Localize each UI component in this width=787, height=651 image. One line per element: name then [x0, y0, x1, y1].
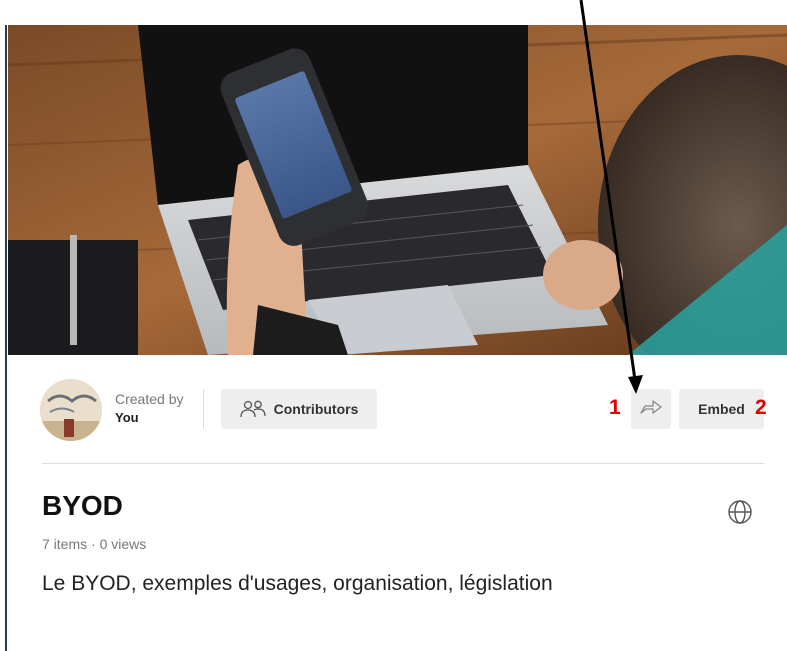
- created-by-label: Created by: [115, 391, 184, 407]
- creator-name[interactable]: You: [115, 410, 139, 425]
- left-edge: [0, 0, 8, 651]
- globe-icon[interactable]: [727, 499, 753, 525]
- people-icon: [239, 400, 266, 418]
- cover-image: [8, 25, 787, 355]
- contributors-button[interactable]: Contributors: [221, 389, 377, 429]
- contributors-label: Contributors: [273, 401, 359, 417]
- share-arrow-icon: [639, 398, 663, 421]
- annotation-badge-2: 2: [755, 396, 767, 419]
- embed-label: Embed: [698, 401, 745, 417]
- left-border-line: [5, 25, 7, 651]
- annotation-badge-1: 1: [609, 396, 621, 419]
- creator-avatar[interactable]: [40, 379, 102, 441]
- collection-description: Le BYOD, exemples d'usages, organisation…: [42, 572, 553, 595]
- vertical-divider: [203, 389, 204, 429]
- embed-button[interactable]: Embed: [679, 389, 764, 429]
- share-button[interactable]: [631, 389, 671, 429]
- collection-meta: 7 items · 0 views: [42, 536, 147, 552]
- section-divider: [42, 463, 764, 464]
- collection-title: BYOD: [42, 490, 123, 521]
